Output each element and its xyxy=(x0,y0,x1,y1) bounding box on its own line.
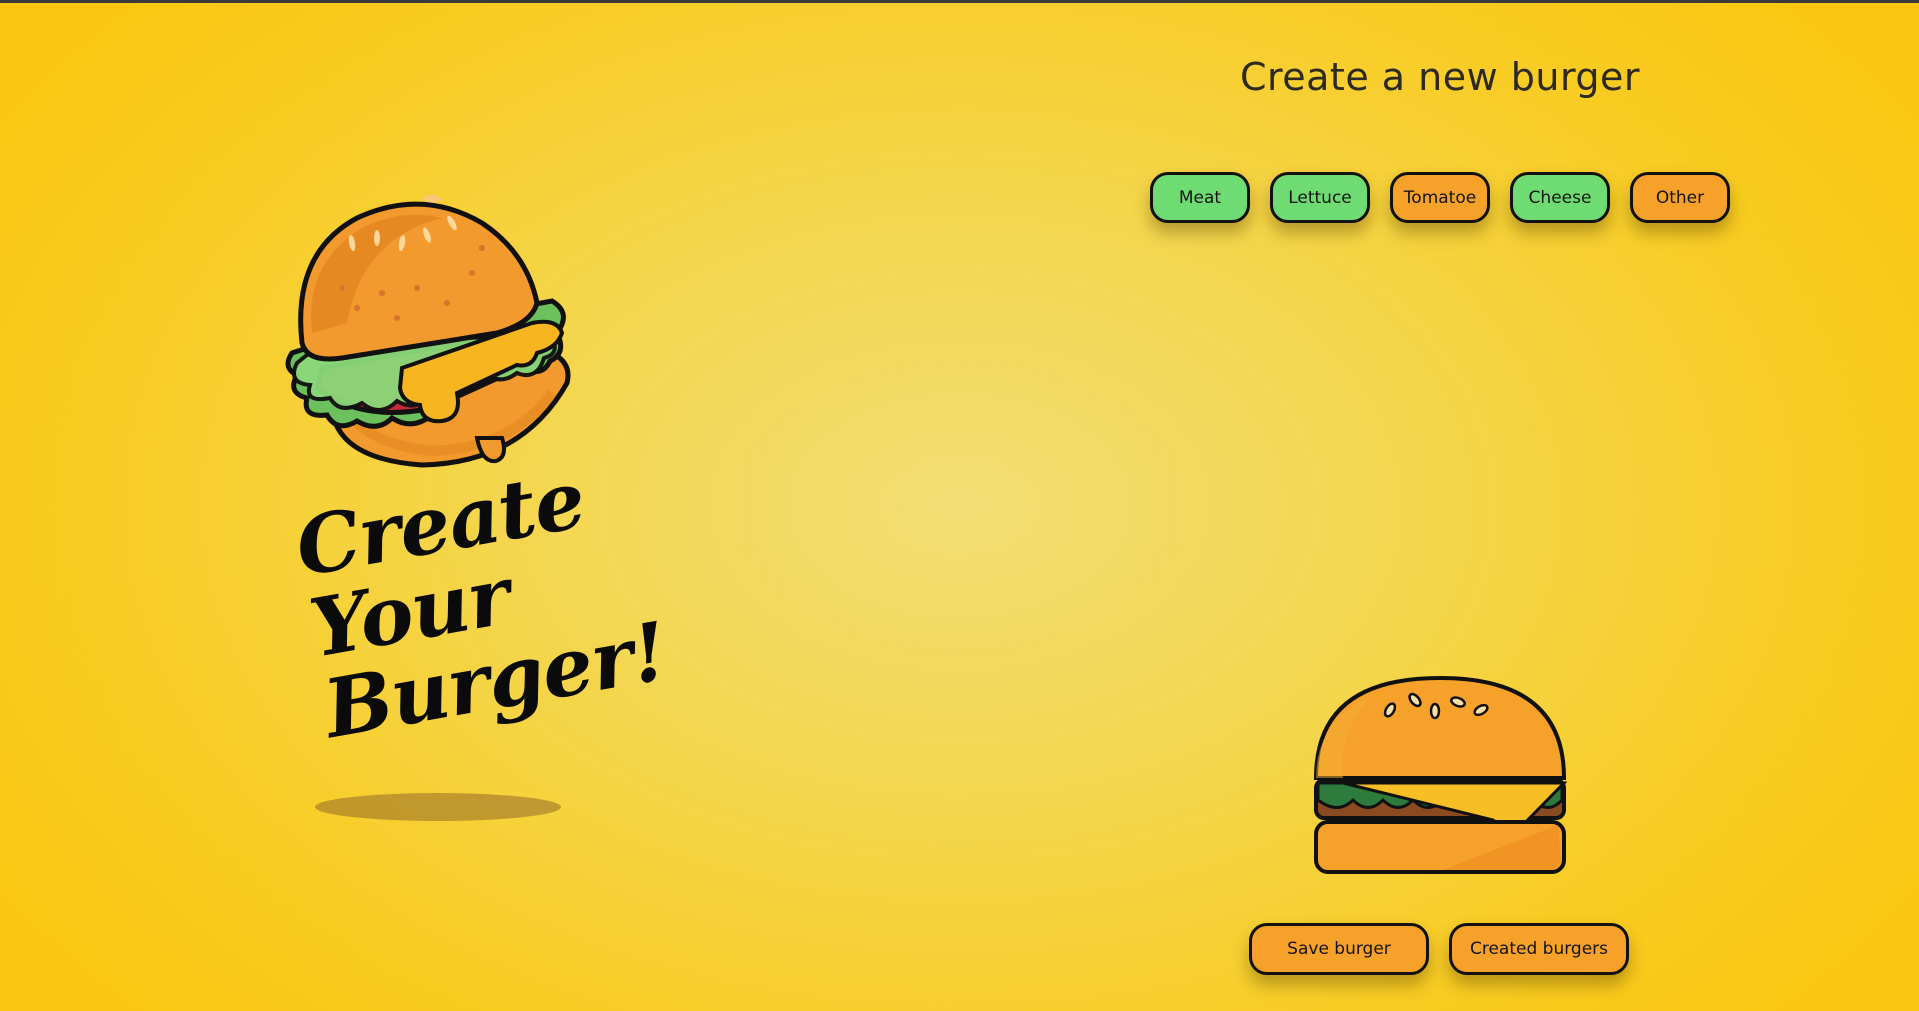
ingredient-list: Meat Lettuce Tomatoe Cheese Other xyxy=(1150,172,1730,223)
hero-panel: Create Your Burger! xyxy=(0,3,900,1011)
ingredient-other-button[interactable]: Other xyxy=(1630,172,1730,223)
created-burgers-button[interactable]: Created burgers xyxy=(1449,923,1629,975)
ingredient-lettuce-button[interactable]: Lettuce xyxy=(1270,172,1370,223)
ingredient-cheese-button[interactable]: Cheese xyxy=(1510,172,1610,223)
ingredient-meat-button[interactable]: Meat xyxy=(1150,172,1250,223)
page-title: Create a new burger xyxy=(1239,55,1641,99)
action-bar: Save burger Created burgers xyxy=(1249,923,1629,975)
burger-shadow xyxy=(315,793,561,821)
save-burger-button[interactable]: Save burger xyxy=(1249,923,1429,975)
ingredient-tomato-button[interactable]: Tomatoe xyxy=(1390,172,1490,223)
hero-tagline: Create Your Burger! xyxy=(288,451,674,757)
burger-preview-icon xyxy=(1313,675,1567,874)
builder-panel: Create a new burger Meat Lettuce Tomatoe… xyxy=(1100,3,1919,1011)
burger-illustration-icon xyxy=(285,194,571,468)
